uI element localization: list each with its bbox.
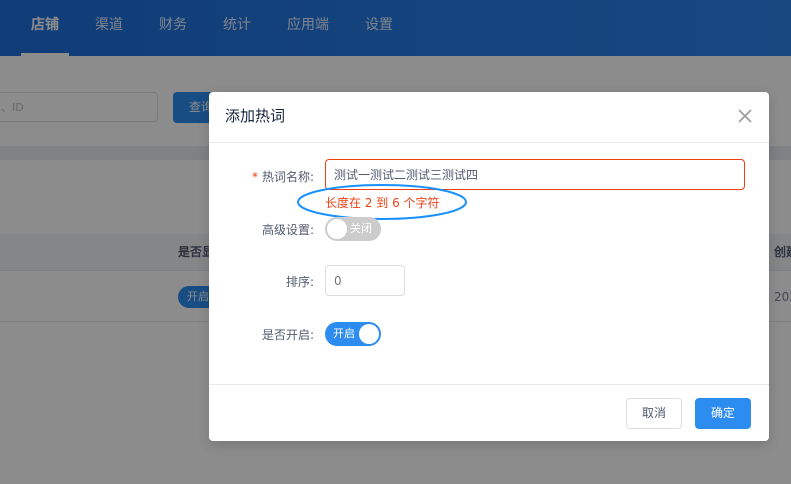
modal-header: 添加热词 bbox=[209, 92, 769, 143]
sort-input[interactable] bbox=[325, 265, 405, 296]
advanced-switch-text: 关闭 bbox=[350, 222, 372, 235]
annotation-ellipse bbox=[297, 184, 467, 220]
advanced-settings-label: 高级设置: bbox=[261, 223, 314, 237]
close-icon[interactable] bbox=[735, 106, 755, 126]
modal-title: 添加热词 bbox=[225, 107, 286, 125]
confirm-button[interactable]: 确定 bbox=[695, 398, 751, 429]
enabled-label: 是否开启: bbox=[261, 328, 314, 342]
switch-knob bbox=[359, 324, 379, 344]
modal-footer: 取消 确定 bbox=[209, 384, 769, 442]
cancel-button[interactable]: 取消 bbox=[626, 398, 682, 429]
switch-knob bbox=[327, 219, 347, 239]
advanced-settings-switch[interactable]: 关闭 bbox=[325, 217, 381, 241]
sort-label: 排序: bbox=[285, 275, 314, 289]
add-hotword-modal: 添加热词 *热词名称: 长度在 2 到 6 个字符 高级设置: 关闭 排序: 是… bbox=[209, 92, 769, 441]
required-mark: * bbox=[251, 170, 258, 184]
enabled-switch[interactable]: 开启 bbox=[325, 322, 381, 346]
enabled-switch-text: 开启 bbox=[333, 327, 355, 340]
